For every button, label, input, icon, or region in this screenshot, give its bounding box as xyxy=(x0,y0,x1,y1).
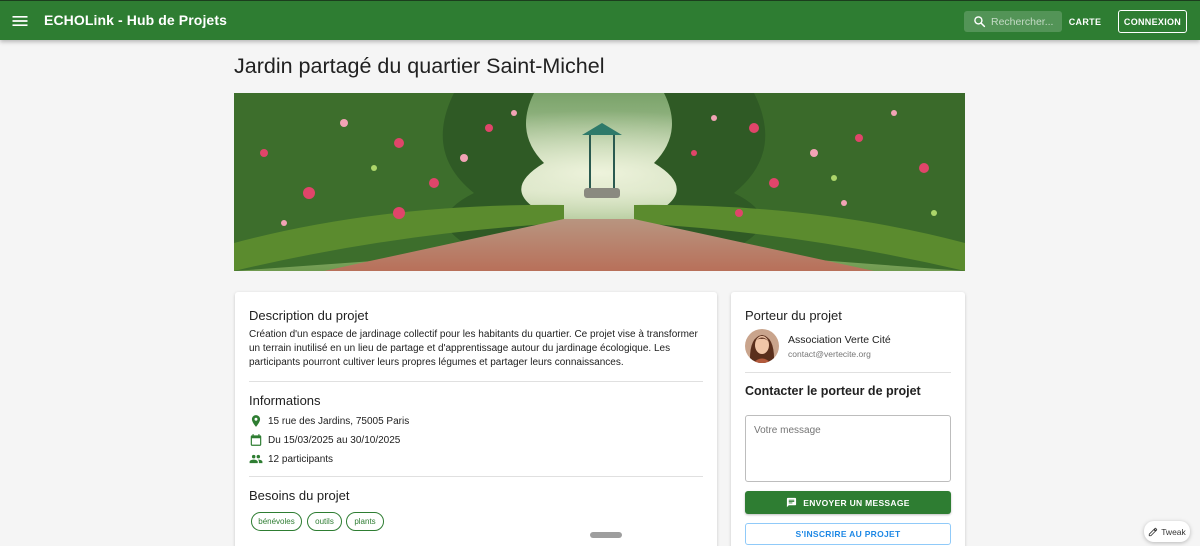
divider xyxy=(249,381,703,382)
info-heading: Informations xyxy=(249,393,321,408)
send-message-button[interactable]: ENVOYER UN MESSAGE xyxy=(745,491,951,514)
calendar-icon xyxy=(250,434,262,446)
message-icon xyxy=(787,497,797,508)
needs-heading: Besoins du projet xyxy=(249,488,350,503)
app-bar: ECHOLink - Hub de Projets CARTE CONNEXIO… xyxy=(0,0,1200,40)
menu-icon xyxy=(12,16,28,26)
location-pin-icon xyxy=(251,415,261,427)
owner-heading: Porteur du projet xyxy=(745,308,842,323)
address-text: 15 rue des Jardins, 75005 Paris xyxy=(268,415,410,427)
scroll-handle[interactable] xyxy=(590,532,622,538)
page-title: Jardin partagé du quartier Saint-Michel xyxy=(234,54,605,78)
join-project-button[interactable]: S'INSCRIRE AU PROJET xyxy=(745,523,951,545)
project-details-card: Description du projet Création d'un espa… xyxy=(235,292,717,546)
description-heading: Description du projet xyxy=(249,308,369,323)
tweak-button[interactable]: Tweak xyxy=(1144,521,1190,542)
menu-button[interactable] xyxy=(10,11,30,31)
info-participants: 12 participants xyxy=(249,451,333,467)
need-chip[interactable]: outils xyxy=(307,512,342,531)
project-description: Création d'un espace de jardinage collec… xyxy=(249,329,698,368)
contact-heading: Contacter le porteur de projet xyxy=(745,384,921,398)
need-chip[interactable]: plants xyxy=(346,512,384,531)
divider xyxy=(745,372,951,373)
divider xyxy=(249,476,703,477)
people-icon xyxy=(249,454,263,464)
send-message-label: ENVOYER UN MESSAGE xyxy=(803,497,910,508)
search-box[interactable] xyxy=(964,11,1062,32)
login-button[interactable]: CONNEXION xyxy=(1118,10,1187,33)
need-chip[interactable]: bénévoles xyxy=(251,512,302,531)
participants-text: 12 participants xyxy=(268,453,334,465)
search-input[interactable] xyxy=(991,13,1059,30)
app-title[interactable]: ECHOLink - Hub de Projets xyxy=(44,12,227,28)
owner-name: Association Verte Cité xyxy=(788,334,891,346)
search-icon xyxy=(974,16,986,28)
tweak-label: Tweak xyxy=(1161,526,1186,537)
owner-email[interactable]: contact@vertecite.org xyxy=(788,349,871,359)
info-address: 15 rue des Jardins, 75005 Paris xyxy=(249,413,409,429)
map-button[interactable]: CARTE xyxy=(1064,11,1106,32)
avatar xyxy=(745,329,779,363)
project-hero-image xyxy=(234,93,965,271)
message-textarea[interactable] xyxy=(745,415,951,482)
dates-text: Du 15/03/2025 au 30/10/2025 xyxy=(268,434,401,446)
info-dates: Du 15/03/2025 au 30/10/2025 xyxy=(249,432,400,448)
pencil-icon xyxy=(1149,527,1158,536)
owner-card: Porteur du projet Association Verte Cité… xyxy=(731,292,965,546)
